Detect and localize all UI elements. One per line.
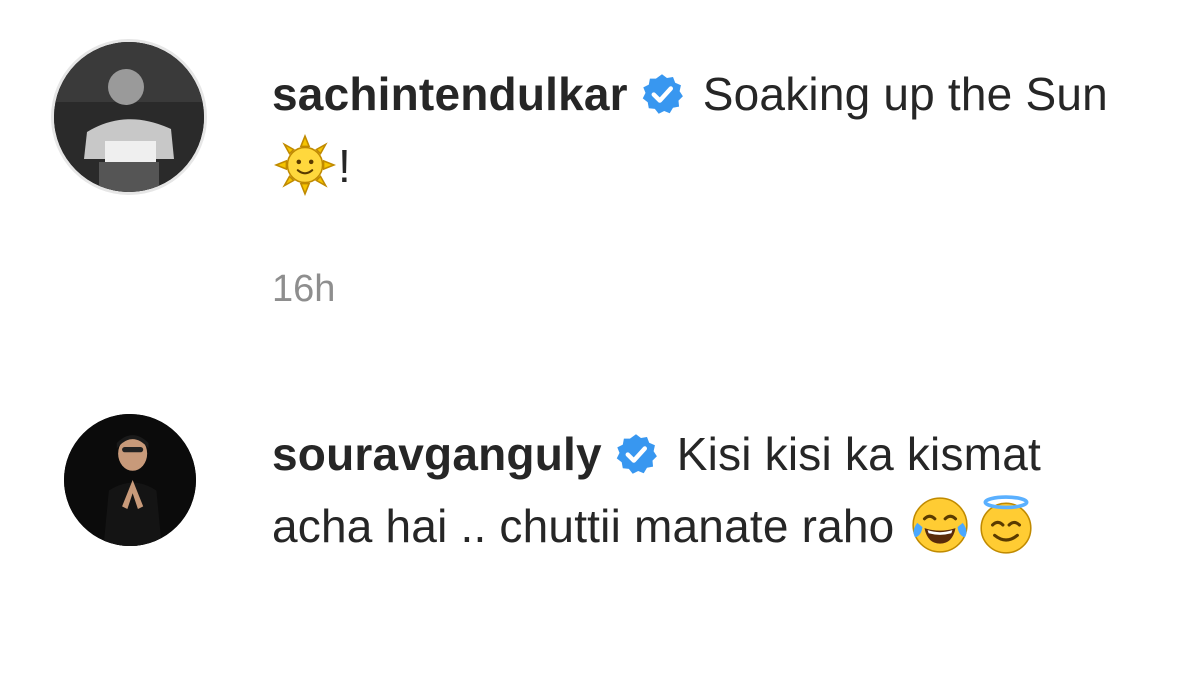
- verified-badge-icon: [614, 432, 658, 476]
- comment-body: souravganguly Kisi kisi ka kismat acha h…: [272, 418, 1102, 562]
- avatar-sachintendulkar[interactable]: [54, 42, 204, 192]
- profile-photo-icon: [64, 414, 196, 546]
- avatar-souravganguly[interactable]: [64, 414, 196, 546]
- comment-timestamp[interactable]: 16h: [272, 268, 335, 311]
- comment-text: Soaking up the Sun: [689, 68, 1108, 120]
- verified-badge-icon: [640, 72, 684, 116]
- comment-text-end: !: [338, 140, 351, 192]
- face-with-tears-of-joy-icon: [909, 494, 971, 556]
- sun-with-face-icon: [274, 134, 336, 196]
- smiling-face-with-halo-icon: [975, 494, 1037, 556]
- comment-body: sachintendulkar Soaking up the Sun !: [272, 58, 1172, 202]
- username-link[interactable]: souravganguly: [272, 428, 602, 480]
- username-link[interactable]: sachintendulkar: [272, 68, 628, 120]
- profile-photo-icon: [54, 42, 204, 192]
